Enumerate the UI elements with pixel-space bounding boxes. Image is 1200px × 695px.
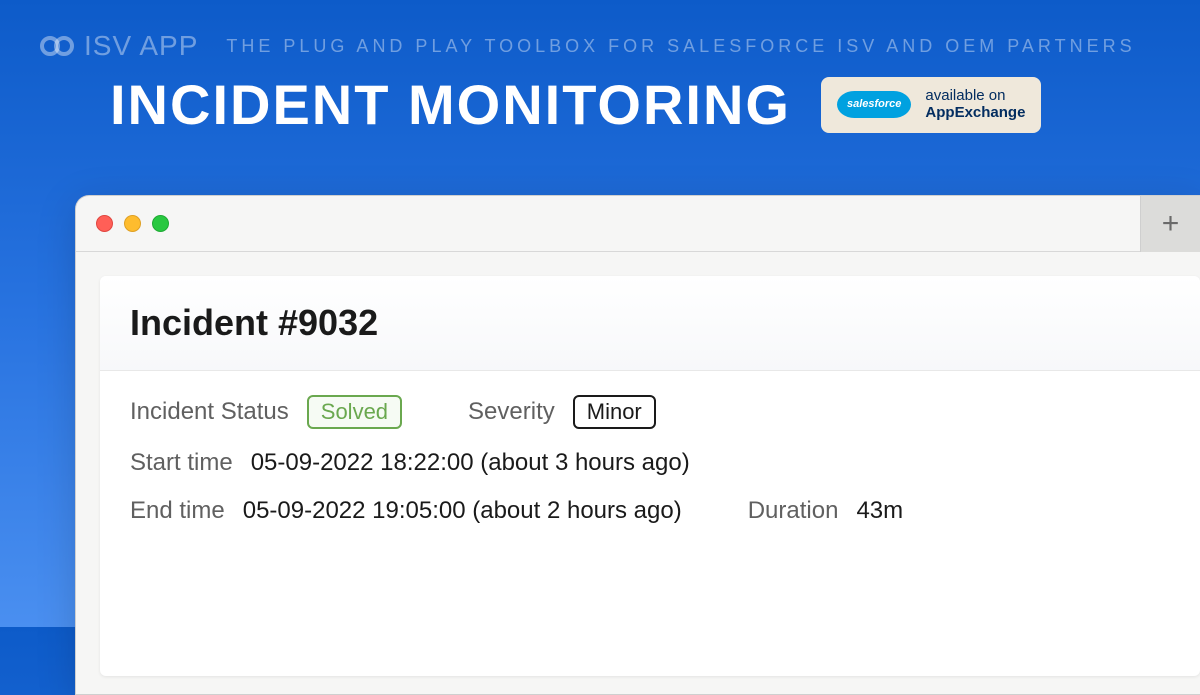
end-time-value: 05-09-2022 19:05:00 (about 2 hours ago) [243,497,682,525]
appexchange-line1: available on [925,88,1025,105]
duration-label: Duration [748,497,839,525]
severity-label: Severity [468,398,555,426]
app-window: + Incident #9032 Incident Status Solved … [75,195,1200,695]
new-tab-button[interactable]: + [1140,196,1200,252]
appexchange-badge[interactable]: salesforce available on AppExchange [821,77,1041,133]
tagline: THE PLUG AND PLAY TOOLBOX FOR SALESFORCE… [226,36,1135,57]
traffic-lights [96,215,169,232]
logo-area: ISV aPP [40,30,198,62]
card-header: Incident #9032 [100,276,1200,371]
end-time-label: End time [130,497,225,525]
incident-title: Incident #9032 [130,302,1170,344]
status-label: Incident Status [130,398,289,426]
incident-card: Incident #9032 Incident Status Solved Se… [100,276,1200,676]
duration-value: 43m [856,497,903,525]
status-badge: Solved [307,395,402,429]
start-time-label: Start time [130,449,233,477]
close-window-icon[interactable] [96,215,113,232]
start-time-value: 05-09-2022 18:22:00 (about 3 hours ago) [251,449,690,477]
header-top: ISV aPP THE PLUG AND PLAY TOOLBOX FOR SA… [0,0,1200,72]
page-title: INCIDENT MONITORING [110,72,791,137]
appexchange-text: available on AppExchange [925,88,1025,121]
minimize-window-icon[interactable] [124,215,141,232]
end-time-row: End time 05-09-2022 19:05:00 (about 2 ho… [130,497,1170,525]
title-row: INCIDENT MONITORING salesforce available… [0,72,1200,157]
start-time-row: Start time 05-09-2022 18:22:00 (about 3 … [130,449,1170,477]
appexchange-line2: AppExchange [925,105,1025,122]
salesforce-cloud-icon: salesforce [837,91,911,118]
card-body: Incident Status Solved Severity Minor St… [100,371,1200,569]
severity-badge: Minor [573,395,656,429]
logo-icon [40,36,74,56]
logo-text: ISV aPP [84,30,198,62]
plus-icon: + [1162,207,1180,241]
status-row: Incident Status Solved Severity Minor [130,395,1170,429]
maximize-window-icon[interactable] [152,215,169,232]
window-titlebar: + [76,196,1200,252]
